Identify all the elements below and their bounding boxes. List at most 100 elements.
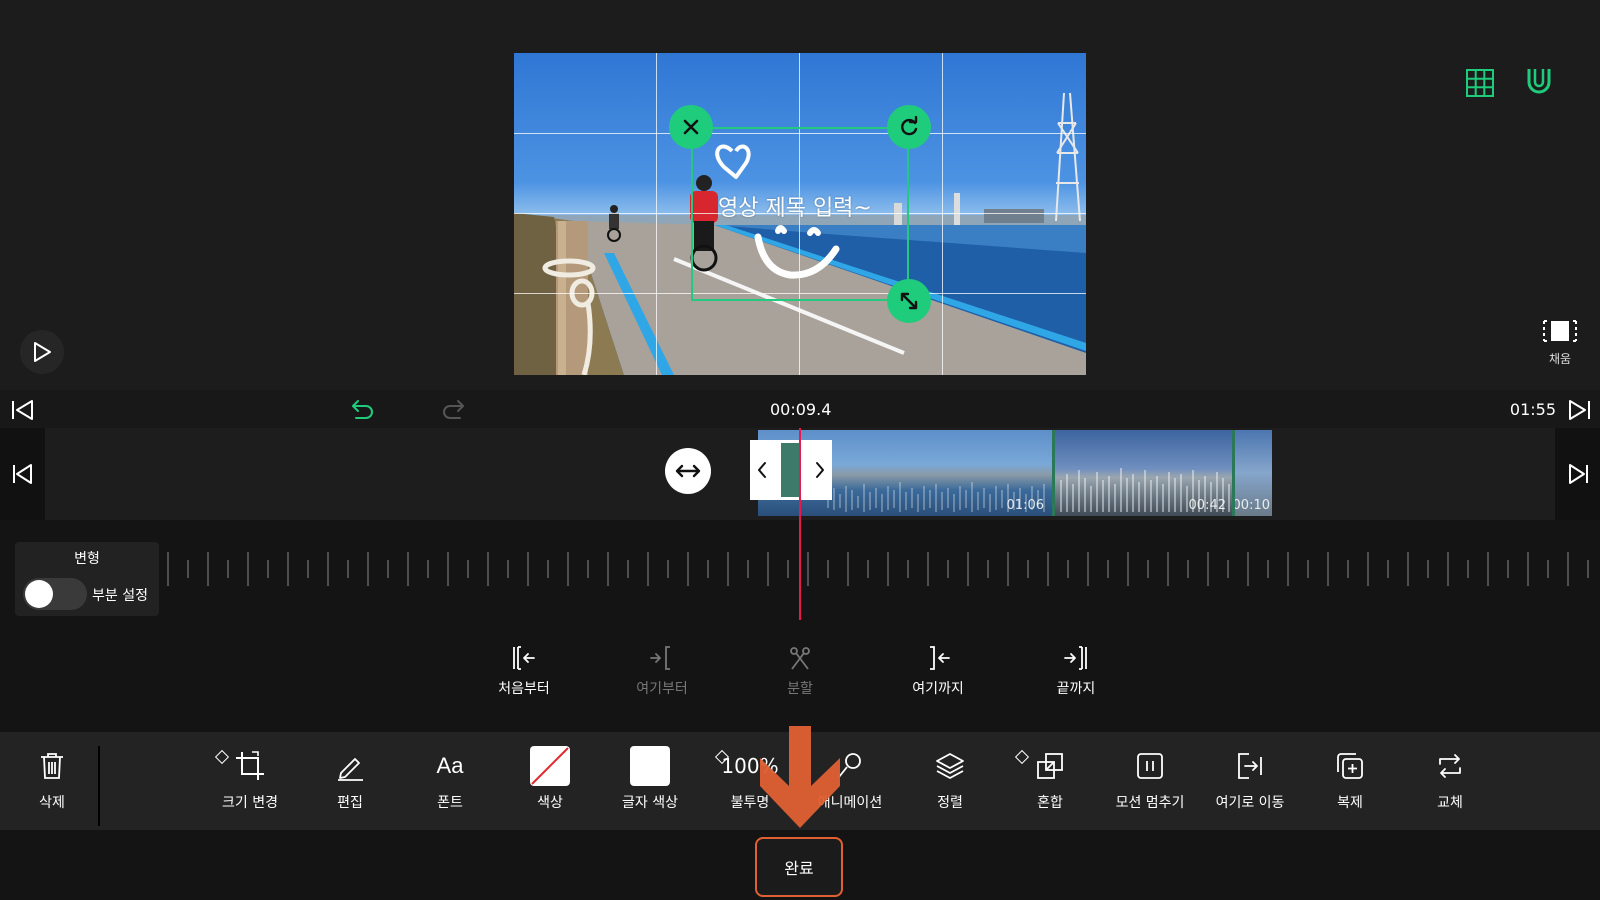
color-label: 색상 [537, 795, 563, 811]
trim-label: 끝까지 [1056, 681, 1096, 697]
clip-duration: 01:06 [1006, 498, 1044, 513]
done-button[interactable]: 완료 [755, 837, 843, 897]
trim-from-here-button[interactable]: 여기부터 [612, 644, 712, 698]
grid-line [656, 53, 657, 375]
scissors-icon [790, 647, 810, 670]
trim-handle[interactable] [750, 440, 832, 500]
redo-icon [443, 400, 464, 419]
jump-to-end-button[interactable] [1566, 398, 1592, 426]
delete-label: 삭제 [39, 795, 65, 811]
pause-box-icon [1137, 753, 1163, 779]
toggle-knob [25, 580, 53, 608]
font-label: 폰트 [437, 795, 463, 811]
text-color-tool-button[interactable]: 글자 색상 [600, 746, 700, 812]
pencil-icon [338, 758, 363, 781]
trim-selection [781, 443, 801, 497]
keyframe-ruler [167, 552, 1589, 586]
clip-item[interactable]: 00:10 [1232, 430, 1272, 516]
current-time: 00:09.4 [770, 400, 832, 419]
delete-button[interactable]: 삭제 [2, 746, 102, 812]
clip-thumbnails[interactable]: 01:06 00:42 00:10 [758, 430, 1272, 516]
trim-label: 분할 [787, 681, 813, 697]
trash-icon [41, 753, 63, 779]
total-duration: 01:55 [1509, 400, 1556, 419]
trim-from-start-button[interactable]: 처음부터 [474, 644, 574, 698]
font-icon: Aa [436, 753, 464, 778]
edit-label: 편집 [337, 795, 363, 811]
rotate-layer-handle[interactable] [887, 105, 931, 149]
trim-to-end-button[interactable]: 끝까지 [1026, 644, 1126, 698]
horizontal-arrows-icon [675, 464, 701, 478]
trim-actions: 처음부터 여기부터 분할 여기까지 끝까지 [0, 620, 1600, 732]
align-label: 정렬 [937, 795, 963, 811]
replace-label: 교체 [1437, 795, 1463, 811]
rotate-icon [901, 116, 918, 136]
duplicate-icon [1337, 753, 1363, 779]
play-icon [34, 342, 51, 362]
grid-line [942, 53, 943, 375]
edit-tool-button[interactable]: 편집 [300, 746, 400, 812]
reorder-clip-button[interactable] [665, 448, 711, 494]
play-button[interactable] [20, 330, 64, 374]
align-tool-button[interactable]: 정렬 [900, 746, 1000, 812]
redo-button[interactable] [440, 398, 466, 424]
fill-label: 채움 [1548, 352, 1572, 366]
partial-setting-label: 부분 설정 [92, 588, 148, 604]
text-color-label: 글자 색상 [622, 795, 678, 811]
motion-stop-tool-button[interactable]: 모션 멈추기 [1100, 746, 1200, 812]
transform-title: 변형 [74, 551, 100, 567]
duplicate-label: 복제 [1337, 795, 1363, 811]
move-here-tool-button[interactable]: 여기로 이동 [1200, 746, 1300, 812]
undo-button[interactable] [350, 398, 376, 424]
partial-setting-toggle[interactable] [23, 578, 87, 610]
prev-frame-button[interactable] [0, 428, 45, 520]
jump-to-start-button[interactable] [10, 398, 36, 426]
timebar: 00:09.4 01:55 [0, 390, 1600, 428]
move-to-here-icon [1238, 753, 1262, 779]
duplicate-tool-button[interactable]: 복제 [1300, 746, 1400, 812]
color-tool-button[interactable]: 색상 [500, 746, 600, 812]
chevron-right-icon [816, 462, 824, 478]
title-text-layer[interactable]: 영상 제목 입력~ [718, 190, 872, 222]
magnet-snap-button[interactable] [1524, 66, 1554, 102]
split-button[interactable]: 분할 [750, 644, 850, 698]
close-icon [683, 119, 699, 135]
trim-to-here-button[interactable]: 여기까지 [888, 644, 988, 698]
highlight-arrow-icon [760, 726, 840, 828]
trim-label: 여기까지 [912, 681, 964, 697]
next-frame-button[interactable] [1555, 428, 1600, 520]
grid-icon [1466, 69, 1494, 97]
clip-duration: 00:10 [1232, 498, 1270, 513]
grid-toggle-button[interactable] [1465, 68, 1495, 102]
trim-to-here-icon [930, 646, 950, 670]
undo-icon [352, 400, 373, 419]
layers-icon [936, 753, 964, 779]
transform-panel: 변형 부분 설정 [15, 542, 159, 616]
diagonal-resize-icon [900, 292, 918, 310]
trim-label: 여기부터 [636, 681, 688, 697]
clip-item[interactable]: 00:42 [1052, 430, 1232, 516]
replace-tool-button[interactable]: 교체 [1400, 746, 1500, 812]
clip-duration: 00:42 [1188, 498, 1226, 513]
toolbar-divider [98, 746, 100, 826]
delete-layer-handle[interactable] [669, 105, 713, 149]
playhead[interactable] [799, 428, 801, 620]
trim-from-here-icon [650, 646, 670, 670]
no-color-swatch-icon [530, 746, 570, 786]
blend-tool-button[interactable]: 혼합 [1000, 746, 1100, 812]
resize-label: 크기 변경 [222, 795, 278, 811]
font-tool-button[interactable]: Aa 폰트 [400, 746, 500, 812]
trim-from-start-icon [513, 646, 535, 670]
fill-button[interactable]: 채움 [1532, 318, 1588, 367]
preview-area: 영상 제목 입력~ 채움 [0, 0, 1600, 390]
move-here-label: 여기로 이동 [1215, 795, 1285, 811]
trim-label: 처음부터 [498, 681, 550, 697]
white-color-swatch-icon [630, 746, 670, 786]
replace-icon [1439, 754, 1461, 778]
blend-label: 혼합 [1037, 795, 1063, 811]
crop-icon [236, 751, 264, 780]
resize-tool-button[interactable]: 크기 변경 [200, 746, 300, 812]
resize-layer-handle[interactable] [887, 279, 931, 323]
motion-stop-label: 모션 멈추기 [1115, 795, 1185, 811]
chevron-left-icon [758, 462, 766, 478]
